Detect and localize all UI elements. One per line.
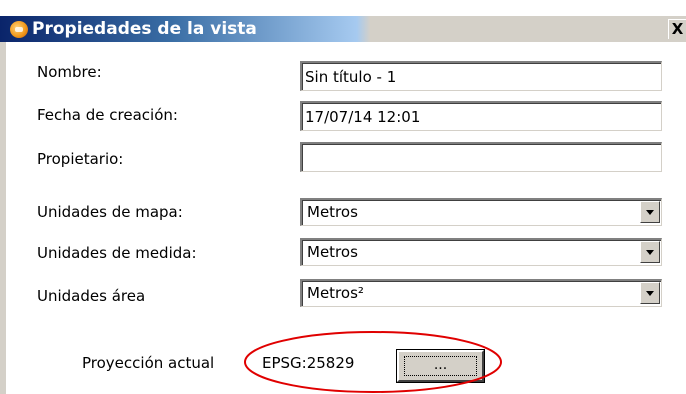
unidades-mapa-select[interactable]: Metros — [300, 198, 662, 226]
fecha-creacion-label: Fecha de creación: — [37, 106, 178, 124]
window-title: Propiedades de la vista — [32, 19, 257, 39]
chevron-down-icon[interactable] — [640, 282, 660, 304]
unidades-medida-value: Metros — [307, 243, 358, 261]
unidades-area-value: Metros² — [307, 284, 364, 302]
propietario-label: Propietario: — [37, 150, 124, 168]
nombre-label: Nombre: — [37, 63, 102, 81]
unidades-mapa-value: Metros — [307, 203, 358, 221]
unidades-area-label: Unidades área — [37, 287, 146, 305]
close-button[interactable]: X — [668, 19, 686, 39]
unidades-area-select[interactable]: Metros² — [300, 279, 662, 307]
unidades-medida-select[interactable]: Metros — [300, 238, 662, 266]
change-projection-button-label: ... — [404, 356, 477, 376]
fecha-creacion-field[interactable]: 17/07/14 12:01 — [300, 101, 662, 131]
chevron-down-icon[interactable] — [640, 201, 660, 223]
unidades-medida-label: Unidades de medida: — [37, 244, 197, 262]
change-projection-button[interactable]: ... — [396, 349, 485, 383]
proyeccion-value: EPSG:25829 — [262, 354, 355, 372]
app-icon — [10, 21, 28, 38]
chevron-down-icon[interactable] — [640, 241, 660, 263]
unidades-mapa-label: Unidades de mapa: — [37, 203, 183, 221]
title-bar: Propiedades de la vista X — [0, 16, 686, 42]
proyeccion-label: Proyección actual — [82, 354, 215, 372]
propietario-field[interactable] — [300, 142, 662, 172]
nombre-field[interactable]: Sin título - 1 — [300, 61, 662, 91]
